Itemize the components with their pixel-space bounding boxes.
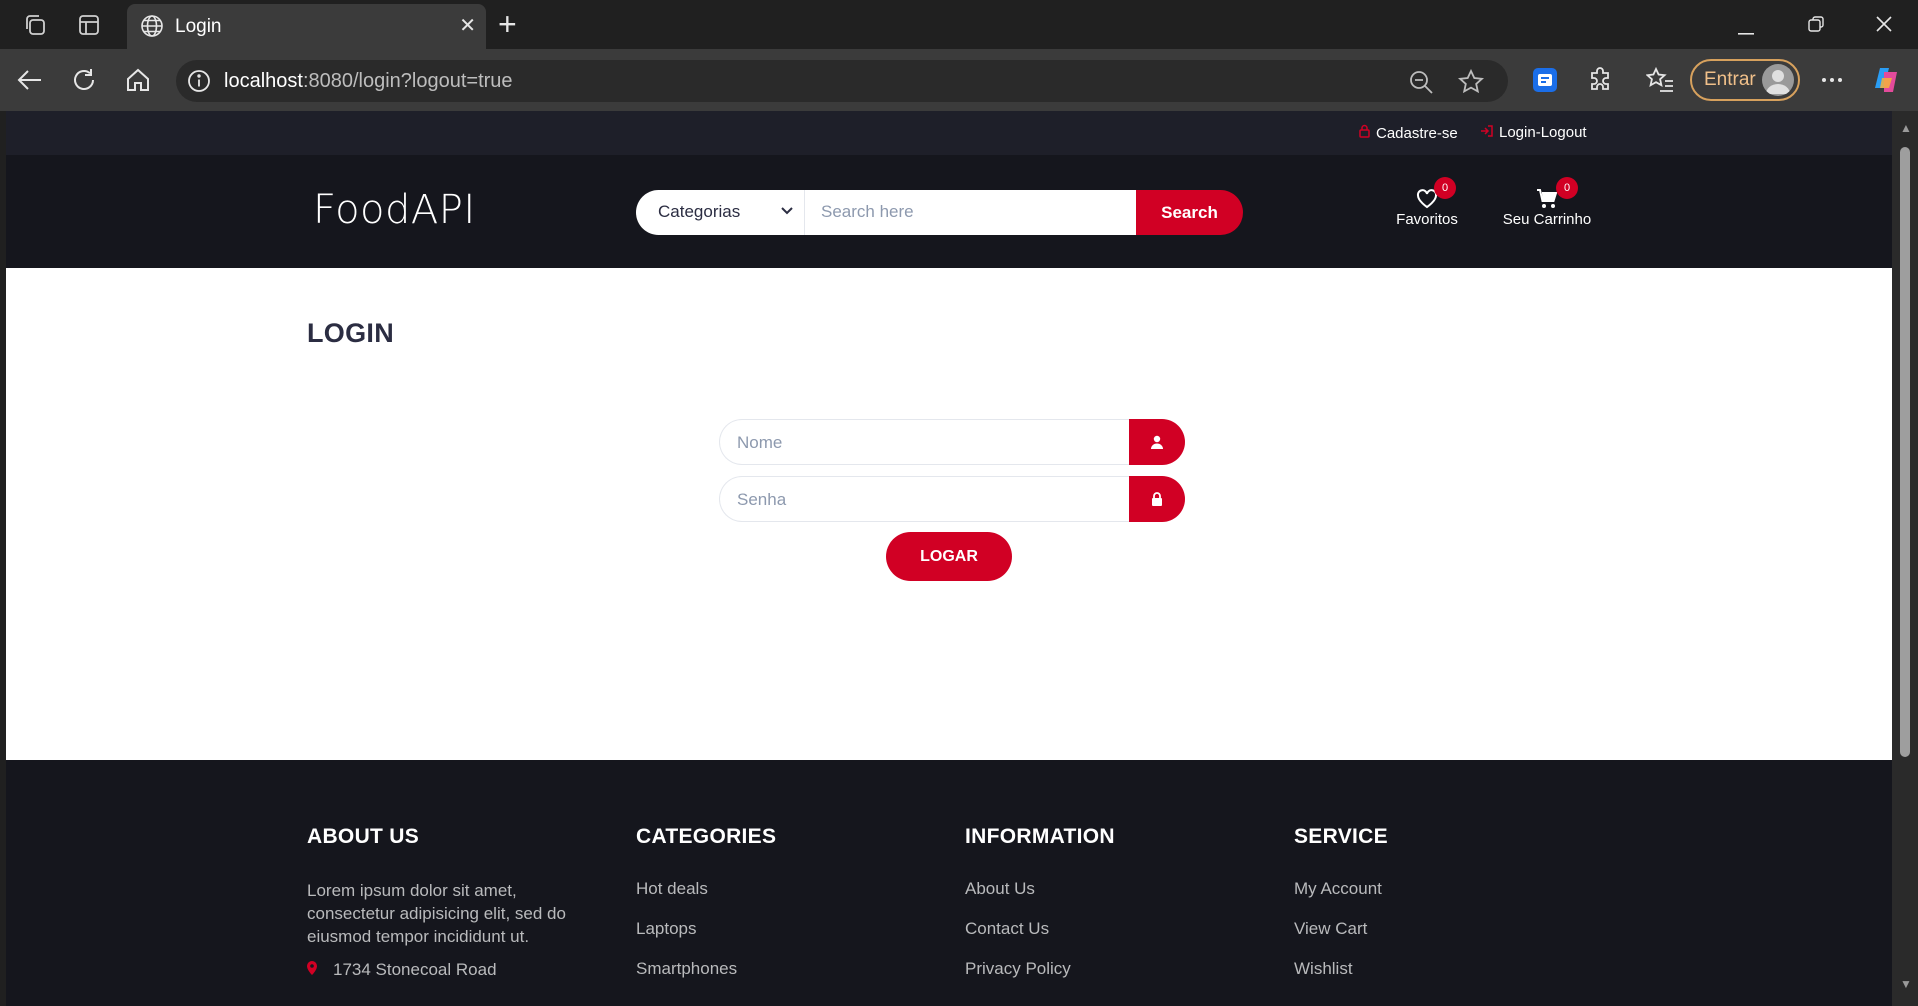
avatar: [1762, 64, 1794, 96]
name-placeholder: Nome: [737, 433, 783, 452]
site-footer: ABOUT US Lorem ipsum dolor sit amet, con…: [6, 760, 1892, 1006]
zoom-out-icon[interactable]: [1408, 69, 1434, 100]
close-window-icon[interactable]: [1876, 16, 1892, 37]
footer-heading-information: INFORMATION: [965, 825, 1115, 848]
login-submit-button[interactable]: LOGAR: [886, 532, 1012, 581]
close-tab-icon[interactable]: ✕: [459, 16, 476, 36]
footer-link-about-us[interactable]: About Us: [965, 879, 1115, 919]
footer-link-smartphones[interactable]: Smartphones: [636, 959, 776, 999]
footer-heading-about: ABOUT US: [307, 825, 420, 848]
sign-in-icon: [1480, 124, 1493, 141]
page-viewport: Cadastre-se Login-Logout FoodAPI Categor…: [6, 111, 1892, 1006]
profile-button[interactable]: Entrar: [1690, 59, 1800, 101]
footer-heading-categories: CATEGORIES: [636, 825, 777, 848]
workspaces-icon[interactable]: [20, 10, 50, 40]
footer-categories: CATEGORIES Hot deals Laptops Smartphones: [636, 825, 776, 999]
favorites-count-badge: 0: [1434, 177, 1456, 199]
scroll-up-arrow-icon[interactable]: ▲: [1900, 121, 1912, 135]
footer-address: 1734 Stonecoal Road: [307, 960, 597, 980]
minimize-icon[interactable]: [1738, 22, 1754, 40]
profile-label: Entrar: [1704, 69, 1756, 90]
register-link[interactable]: Cadastre-se: [1359, 124, 1458, 142]
globe-icon: [139, 13, 165, 44]
page-scrollbar[interactable]: ▲ ▼: [1892, 111, 1918, 1006]
tab-title: Login: [175, 16, 222, 37]
extensions-icon[interactable]: [1582, 62, 1618, 98]
shopping-cart-icon: [1496, 181, 1598, 209]
cart-label: Seu Carrinho: [1502, 211, 1592, 228]
footer-link-my-account[interactable]: My Account: [1294, 879, 1388, 919]
chevron-down-icon: [780, 204, 794, 223]
footer-link-laptops[interactable]: Laptops: [636, 919, 776, 959]
scrollbar-thumb[interactable]: [1900, 147, 1910, 757]
padlock-icon: [1129, 476, 1185, 522]
search-placeholder: Search here: [821, 202, 914, 221]
footer-link-hot-deals[interactable]: Hot deals: [636, 879, 776, 919]
category-selected-value: Categorias: [658, 202, 741, 221]
search-form: Categorias Search here Search: [636, 190, 1243, 235]
favorite-star-icon[interactable]: [1457, 68, 1485, 100]
footer-about: ABOUT US Lorem ipsum dolor sit amet, con…: [307, 825, 597, 980]
top-header-bar: Cadastre-se Login-Logout: [6, 111, 1892, 155]
footer-service: SERVICE My Account View Cart Wishlist: [1294, 825, 1388, 999]
search-button[interactable]: Search: [1136, 190, 1243, 235]
footer-about-text: Lorem ipsum dolor sit amet, consectetur …: [307, 881, 566, 946]
browser-toolbar: localhost:8080/login?logout=true Entrar: [0, 49, 1918, 111]
favorites-list-icon[interactable]: [1642, 62, 1678, 98]
site-header: FoodAPI Categorias Search here Search Fa…: [6, 155, 1892, 268]
footer-information: INFORMATION About Us Contact Us Privacy …: [965, 825, 1115, 999]
tab-actions-icon[interactable]: [74, 10, 104, 40]
search-input[interactable]: Search here: [805, 190, 1136, 235]
refresh-icon[interactable]: [66, 62, 102, 98]
extension-app-icon[interactable]: [1527, 62, 1563, 98]
footer-heading-service: SERVICE: [1294, 825, 1388, 848]
site-info-icon[interactable]: [186, 68, 212, 99]
footer-link-privacy-policy[interactable]: Privacy Policy: [965, 959, 1115, 999]
footer-link-contact-us[interactable]: Contact Us: [965, 919, 1115, 959]
name-field: Nome: [719, 419, 1185, 465]
category-select[interactable]: Categorias: [636, 190, 805, 235]
register-label: Cadastre-se: [1376, 124, 1458, 142]
more-options-icon[interactable]: [1814, 62, 1850, 98]
footer-link-view-cart[interactable]: View Cart: [1294, 919, 1388, 959]
login-logout-link[interactable]: Login-Logout: [1480, 124, 1587, 141]
tab-login[interactable]: Login ✕: [127, 4, 486, 50]
login-logout-label: Login-Logout: [1499, 124, 1587, 141]
page-title: LOGIN: [307, 318, 394, 348]
name-input[interactable]: Nome: [719, 419, 1129, 465]
scroll-down-arrow-icon[interactable]: ▼: [1900, 977, 1912, 991]
cart-count-badge: 0: [1556, 177, 1578, 199]
password-input[interactable]: Senha: [719, 476, 1129, 522]
footer-link-wishlist[interactable]: Wishlist: [1294, 959, 1388, 999]
footer-address-text: 1734 Stonecoal Road: [333, 960, 497, 979]
copilot-icon[interactable]: [1868, 62, 1904, 98]
site-logo[interactable]: FoodAPI: [313, 187, 476, 233]
home-icon[interactable]: [120, 62, 156, 98]
url-text: localhost:8080/login?logout=true: [224, 70, 513, 92]
address-bar[interactable]: localhost:8080/login?logout=true: [176, 60, 1508, 102]
new-tab-icon[interactable]: +: [498, 8, 517, 40]
password-placeholder: Senha: [737, 490, 787, 509]
map-marker-icon: [307, 960, 317, 980]
favorites-link[interactable]: Favoritos 0: [1386, 177, 1468, 228]
browser-tab-bar: Login ✕ +: [0, 0, 1918, 50]
restore-icon[interactable]: [1808, 16, 1824, 37]
password-field: Senha: [719, 476, 1185, 522]
back-icon[interactable]: [12, 62, 48, 98]
lock-icon: [1359, 124, 1370, 142]
favorites-label: Favoritos: [1396, 211, 1458, 228]
user-icon: [1129, 419, 1185, 465]
cart-link[interactable]: Seu Carrinho 0: [1496, 177, 1598, 228]
